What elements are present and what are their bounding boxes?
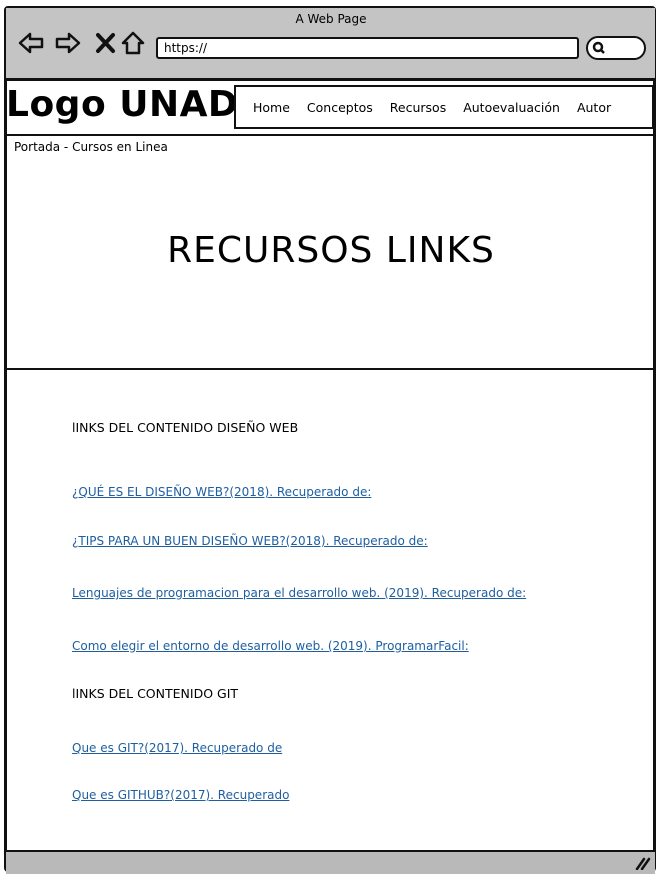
- status-bar: [6, 850, 655, 874]
- link-entorno-desarrollo[interactable]: Como elegir el entorno de desarrollo web…: [72, 639, 469, 653]
- page-title: RECURSOS LINKS: [167, 230, 495, 271]
- forward-arrow-icon[interactable]: [55, 30, 81, 56]
- link-que-es-github[interactable]: Que es GITHUB?(2017). Recuperado: [72, 788, 289, 802]
- menu-item-autor[interactable]: Autor: [577, 100, 611, 115]
- logo[interactable]: Logo UNAD: [6, 84, 238, 125]
- search-field[interactable]: [586, 36, 646, 60]
- menu-item-home[interactable]: Home: [253, 100, 290, 115]
- section-title-diseno-web: lINKS DEL CONTENIDO DISEÑO WEB: [72, 420, 299, 435]
- link-que-es-diseno-web[interactable]: ¿QUÉ ES EL DISEÑO WEB?(2018). Recuperado…: [72, 485, 371, 499]
- close-x-icon[interactable]: [93, 30, 119, 56]
- window-title: A Web Page: [295, 12, 367, 26]
- back-arrow-icon[interactable]: [18, 30, 44, 56]
- link-que-es-git[interactable]: Que es GIT?(2017). Recuperado de: [72, 741, 282, 755]
- main-menu: Home Conceptos Recursos Autoevaluación A…: [234, 85, 654, 129]
- address-bar[interactable]: https://: [156, 37, 579, 59]
- menu-item-conceptos[interactable]: Conceptos: [307, 100, 373, 115]
- search-icon: [592, 41, 605, 54]
- menu-item-autoevaluacion[interactable]: Autoevaluación: [463, 100, 560, 115]
- resize-grip-icon[interactable]: [635, 856, 651, 870]
- breadcrumb: Portada - Cursos en Linea: [14, 140, 168, 154]
- menu-item-recursos[interactable]: Recursos: [390, 100, 446, 115]
- section-title-git: lINKS DEL CONTENIDO GIT: [72, 686, 239, 701]
- home-icon[interactable]: [120, 30, 146, 56]
- link-lenguajes-programacion[interactable]: Lenguajes de programacion para el desarr…: [72, 586, 526, 600]
- link-tips-diseno-web[interactable]: ¿TIPS PARA UN BUEN DISEÑO WEB?(2018). Re…: [72, 534, 428, 548]
